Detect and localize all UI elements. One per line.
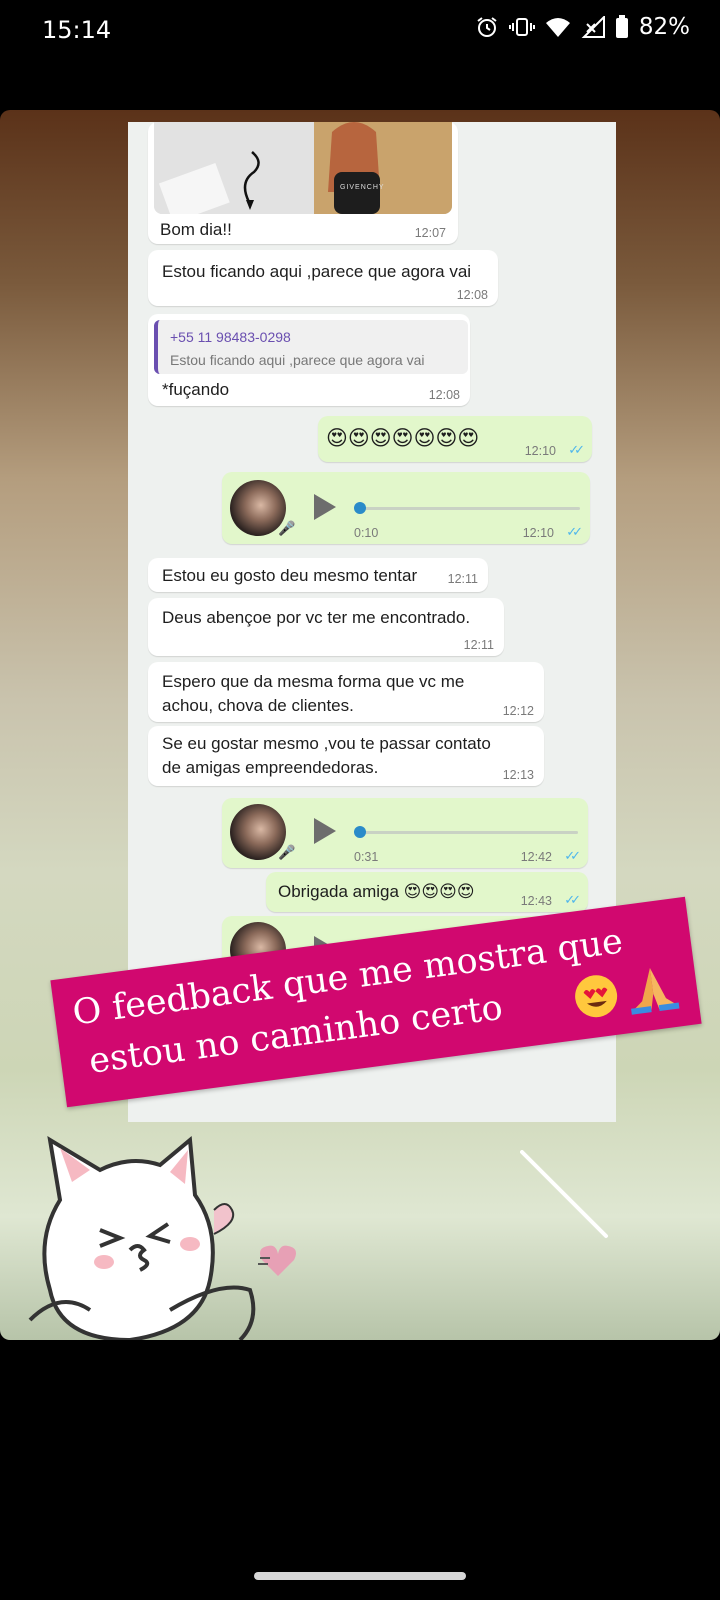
status-time: 15:14	[42, 16, 112, 44]
read-ticks-icon: ✓✓	[568, 442, 585, 457]
heart-eyes-emoji-icon	[572, 972, 620, 1020]
read-ticks-icon: ✓✓	[564, 848, 581, 863]
outgoing-audio-bubble: 🎤 0:10 12:10 ✓✓	[222, 472, 590, 544]
message-time: 12:10	[524, 444, 556, 458]
read-ticks-icon: ✓✓	[564, 892, 581, 907]
message-time: 12:08	[456, 288, 488, 302]
message-text-line: Se eu gostar mesmo ,vou te passar contat…	[162, 734, 491, 753]
praying-hands-emoji-icon	[631, 967, 680, 1015]
chat-photo: GIVENCHY	[154, 122, 452, 214]
message-text: Estou eu gosto deu mesmo tentar	[162, 566, 418, 585]
quoted-text: Estou ficando aqui ,parece que agora vai	[170, 352, 425, 368]
vibrate-icon	[508, 18, 535, 36]
reply-message-bubble: +55 11 98483-0298 Estou ficando aqui ,pa…	[148, 314, 470, 406]
outgoing-message-bubble: Obrigada amiga 😍😍😍😍 12:43 ✓✓	[266, 872, 588, 912]
mic-icon: 🎤	[278, 844, 296, 860]
play-icon[interactable]	[314, 818, 336, 844]
message-text-line: achou, chova de clientes.	[162, 696, 354, 715]
message-text: *fuçando	[162, 380, 230, 399]
message-text-line: de amigas empreendedoras.	[162, 758, 379, 777]
audio-progress-track[interactable]	[356, 507, 580, 510]
message-bubble: Se eu gostar mesmo ,vou te passar contat…	[148, 726, 544, 786]
battery-percent: 82%	[638, 14, 690, 40]
wifi-icon	[545, 18, 570, 37]
cat-sticker	[28, 1136, 256, 1340]
message-text: Deus abençoe por vc ter me encontrado.	[162, 608, 471, 627]
message-time: 12:13	[502, 768, 534, 782]
message-time: 12:10	[522, 526, 554, 540]
message-time: 12:43	[520, 894, 552, 908]
decorative-line	[520, 1150, 608, 1238]
alarm-icon	[477, 17, 497, 37]
outgoing-audio-bubble: 🎤 0:31 12:42 ✓✓	[222, 798, 588, 868]
message-bubble: Espero que da mesma forma que vc me acho…	[148, 662, 544, 722]
message-time: 12:42	[520, 850, 552, 864]
photo-shirt-text: GIVENCHY	[340, 184, 385, 191]
audio-progress-handle[interactable]	[354, 826, 366, 838]
message-text: Estou ficando aqui ,parece que agora vai	[162, 262, 472, 281]
message-bubble: Estou ficando aqui ,parece que agora vai…	[148, 250, 498, 306]
heart-icon	[258, 1245, 296, 1276]
battery-icon	[615, 15, 628, 38]
message-text: Bom dia!!	[160, 220, 232, 239]
story-card[interactable]: GIVENCHY Bom dia!! 12:07 Estou ficando a…	[0, 110, 720, 1340]
message-bubble: Deus abençoe por vc ter me encontrado. 1…	[148, 598, 504, 656]
mic-icon: 🎤	[278, 520, 296, 536]
message-time: 12:08	[428, 388, 460, 402]
message-time: 12:07	[414, 226, 446, 240]
audio-progress-handle[interactable]	[354, 502, 366, 514]
message-text-line: Espero que da mesma forma que vc me	[162, 672, 465, 691]
audio-progress-track[interactable]	[356, 831, 578, 834]
signal-icon	[581, 16, 605, 38]
audio-duration: 0:31	[354, 850, 379, 864]
message-time: 12:11	[447, 572, 478, 586]
status-icons: 82%	[475, 14, 690, 40]
message-text: 😍😍😍😍😍😍😍	[326, 427, 480, 450]
audio-duration: 0:10	[354, 526, 379, 540]
home-indicator[interactable]	[254, 1572, 466, 1580]
message-text: Obrigada amiga 😍😍😍😍	[278, 882, 475, 901]
message-bubble: Estou eu gosto deu mesmo tentar 12:11	[148, 558, 488, 592]
outgoing-message-bubble: 😍😍😍😍😍😍😍 12:10 ✓✓	[318, 416, 592, 462]
play-icon[interactable]	[314, 494, 336, 520]
status-bar: 15:14 82%	[0, 0, 720, 60]
read-ticks-icon: ✓✓	[566, 524, 583, 539]
message-time: 12:12	[502, 704, 534, 718]
message-image-bubble: GIVENCHY Bom dia!! 12:07	[148, 122, 458, 244]
message-time: 12:11	[463, 638, 494, 652]
quoted-message[interactable]: +55 11 98483-0298 Estou ficando aqui ,pa…	[154, 320, 468, 374]
quoted-sender: +55 11 98483-0298	[170, 329, 291, 345]
